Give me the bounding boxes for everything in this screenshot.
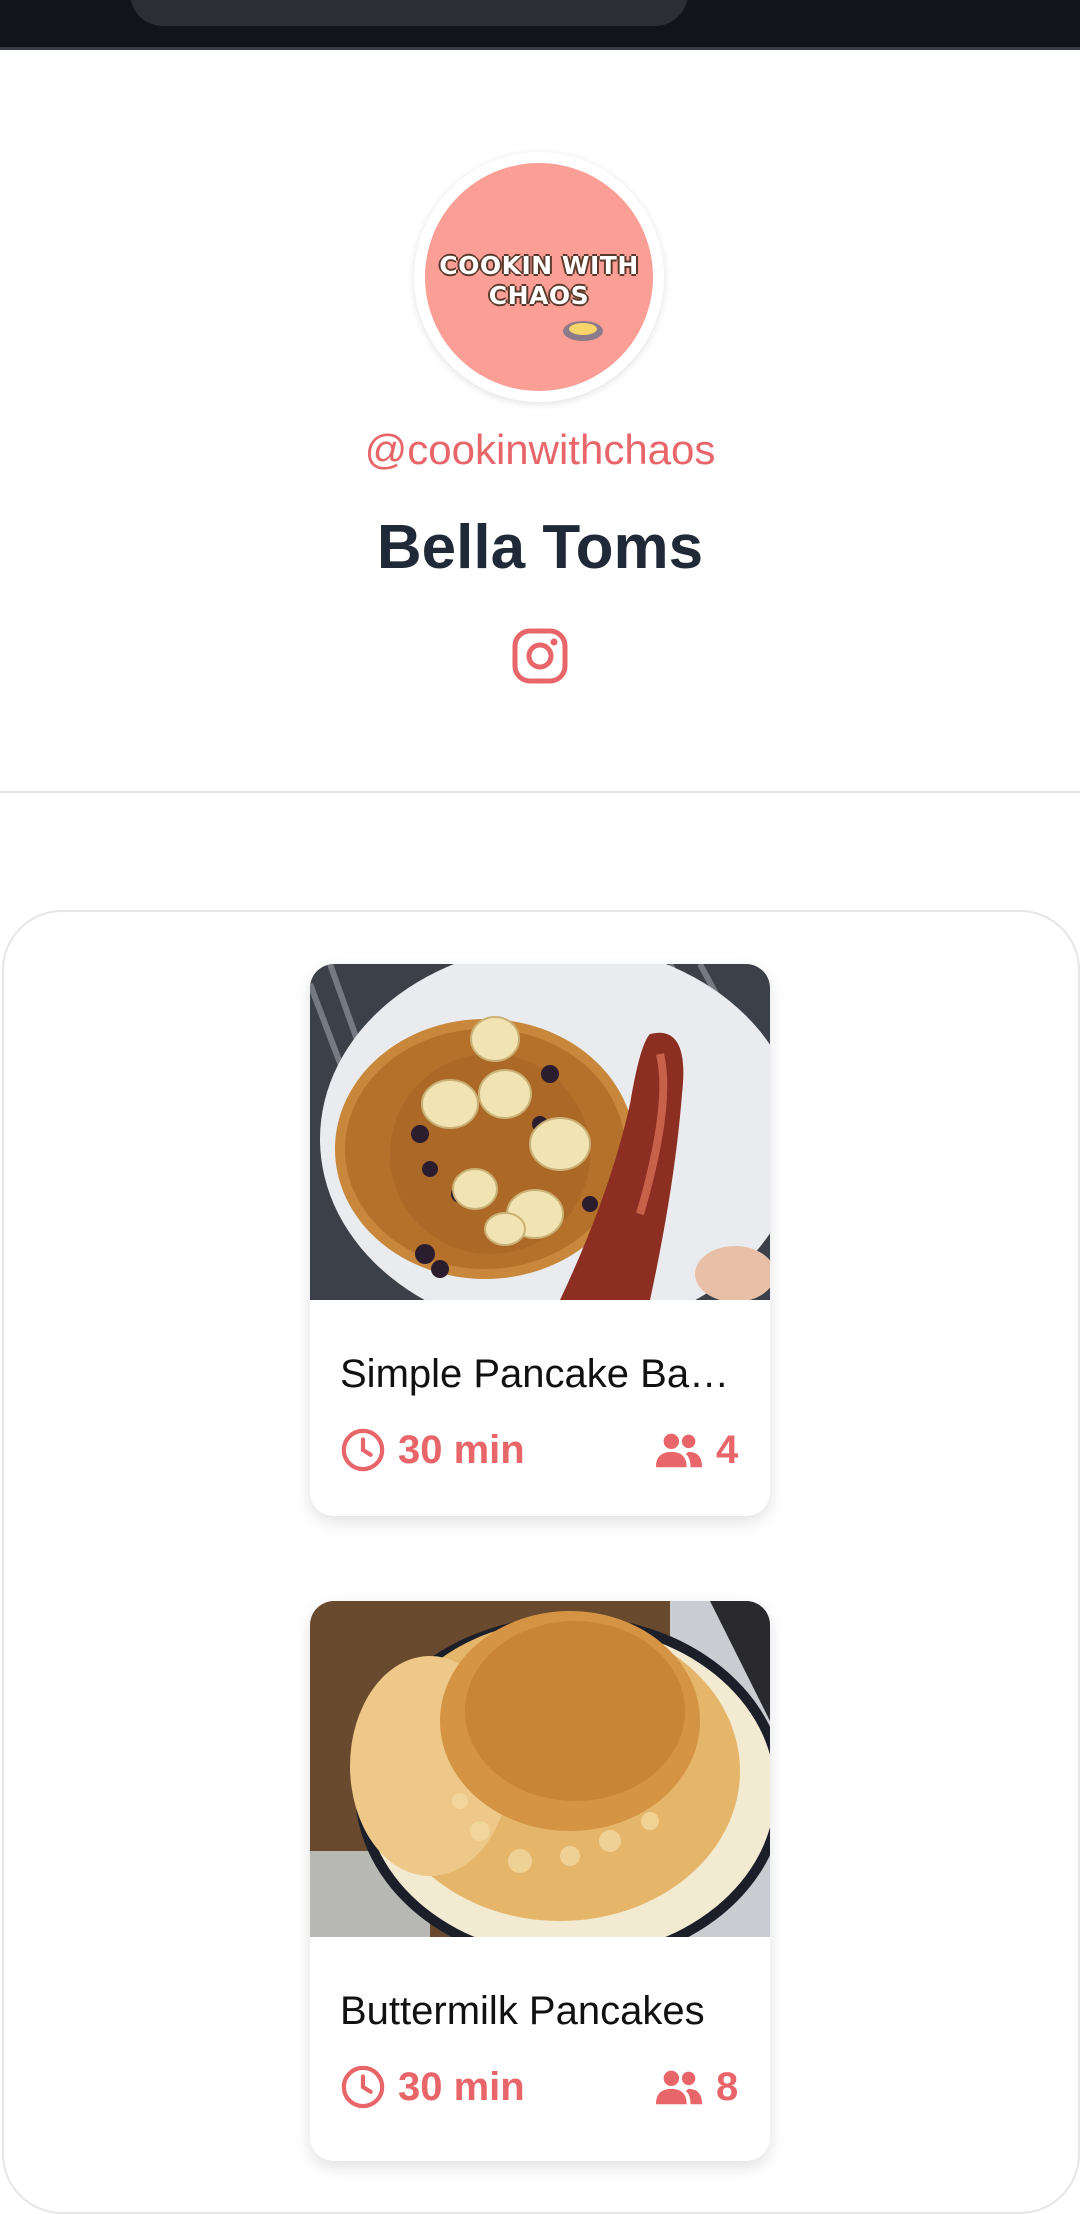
instagram-icon[interactable]	[511, 627, 569, 685]
recipe-title: Buttermilk Pancakes	[340, 1989, 705, 2033]
avatar-image: COOKIN WITH CHAOS	[425, 163, 653, 391]
clock-icon	[341, 2065, 385, 2109]
clock-icon	[341, 1428, 385, 1472]
section-divider	[0, 791, 1080, 793]
top-bar	[0, 0, 1080, 50]
search-bar[interactable]	[130, 0, 688, 26]
recipe-image	[310, 1601, 770, 1937]
recipe-card[interactable]: Simple Pancake Ba… 30 min 4	[310, 964, 770, 1516]
profile-handle: @cookinwithchaos	[364, 426, 716, 473]
people-icon	[655, 1433, 703, 1468]
recipe-image	[310, 964, 770, 1300]
avatar: COOKIN WITH CHAOS	[414, 152, 664, 402]
recipe-servings: 8	[654, 2063, 738, 2111]
recipe-servings: 4	[654, 1426, 738, 1474]
recipe-time: 30 min	[340, 1426, 525, 1474]
recipe-card[interactable]: Buttermilk Pancakes 30 min 8	[310, 1601, 770, 2161]
recipe-time: 30 min	[340, 2063, 525, 2111]
recipe-title: Simple Pancake Ba…	[340, 1352, 730, 1396]
profile-name: Bella Toms	[376, 513, 704, 582]
bowl-icon	[563, 321, 603, 341]
avatar-logo-text: COOKIN WITH CHAOS	[439, 251, 639, 310]
people-icon	[655, 2070, 703, 2105]
